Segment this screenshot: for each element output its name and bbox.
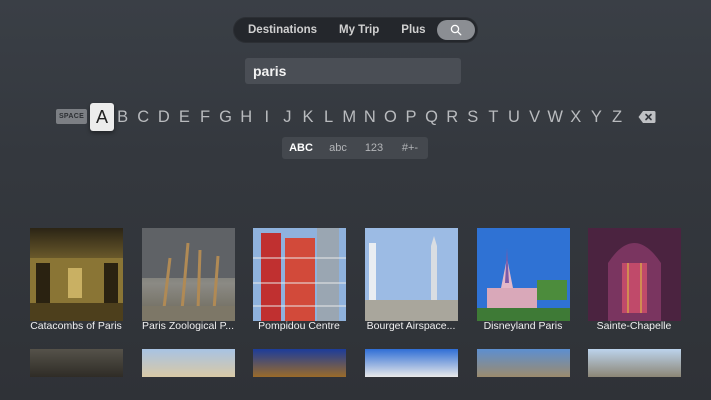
rockets-photo [365, 228, 458, 321]
key-b[interactable]: B [113, 104, 133, 130]
key-f[interactable]: F [195, 104, 215, 130]
key-s[interactable]: S [463, 104, 483, 130]
key-z[interactable]: Z [607, 104, 627, 130]
result-tile-zoo[interactable] [142, 228, 235, 321]
result-tile-catacombs[interactable] [30, 228, 123, 321]
castle-photo [477, 228, 570, 321]
result-tile-disneyland[interactable] [477, 228, 570, 321]
result-tile-pompidou[interactable] [253, 228, 346, 321]
key-h[interactable]: H [236, 104, 256, 130]
key-k[interactable]: K [298, 104, 318, 130]
pompidou-photo [253, 228, 346, 321]
key-q[interactable]: Q [422, 104, 442, 130]
key-o[interactable]: O [380, 104, 400, 130]
top-nav: Destinations My Trip Plus [233, 17, 478, 43]
search-input[interactable]: paris [245, 58, 461, 84]
tab-search[interactable] [437, 20, 475, 40]
mode-numbers[interactable]: 123 [356, 137, 392, 159]
result-tile-row2[interactable] [142, 349, 235, 377]
result-caption: Bourget Airspace... [366, 320, 456, 332]
key-r[interactable]: R [442, 104, 462, 130]
keyboard-mode-selector: ABC abc 123 #+- [282, 137, 428, 159]
result-tile-row2[interactable] [365, 349, 458, 377]
giraffes-photo [142, 228, 235, 321]
key-d[interactable]: D [154, 104, 174, 130]
key-j[interactable]: J [277, 104, 297, 130]
key-p[interactable]: P [401, 104, 421, 130]
space-key[interactable]: SPACE [56, 109, 87, 124]
tab-plus[interactable]: Plus [390, 17, 436, 43]
catacombs-photo [30, 258, 123, 321]
key-w[interactable]: W [545, 104, 565, 130]
mode-lowercase[interactable]: abc [320, 137, 356, 159]
backspace-icon[interactable] [638, 110, 656, 124]
key-g[interactable]: G [216, 104, 236, 130]
key-m[interactable]: M [339, 104, 359, 130]
result-caption: Pompidou Centre [258, 320, 340, 332]
key-t[interactable]: T [483, 104, 503, 130]
key-y[interactable]: Y [586, 104, 606, 130]
keyboard-row: SPACE ABCDEFGHIJKLMNOPQRSTUVWXYZ [56, 103, 656, 131]
chapelle-photo [588, 228, 681, 321]
key-e[interactable]: E [174, 104, 194, 130]
key-l[interactable]: L [319, 104, 339, 130]
result-tile-row2[interactable] [588, 349, 681, 377]
result-caption: Sainte-Chapelle [596, 320, 672, 332]
result-caption: Paris Zoological P... [141, 320, 235, 332]
result-caption: Disneyland Paris [483, 320, 563, 332]
key-x[interactable]: X [566, 104, 586, 130]
result-caption: Catacombs of Paris [30, 320, 122, 332]
result-tile-bourget[interactable] [365, 228, 458, 321]
result-tile-sainte-chapelle[interactable] [588, 228, 681, 321]
key-a[interactable]: A [90, 103, 114, 131]
tab-my-trip[interactable]: My Trip [328, 17, 390, 43]
result-tile-row2[interactable] [253, 349, 346, 377]
key-v[interactable]: V [525, 104, 545, 130]
mode-uppercase[interactable]: ABC [282, 137, 320, 159]
key-c[interactable]: C [133, 104, 153, 130]
result-tile-row2[interactable] [477, 349, 570, 377]
result-tile-row2[interactable] [30, 349, 123, 377]
key-i[interactable]: I [257, 104, 277, 130]
tab-destinations[interactable]: Destinations [233, 17, 328, 43]
search-icon [450, 24, 462, 36]
key-n[interactable]: N [360, 104, 380, 130]
mode-symbols[interactable]: #+- [392, 137, 428, 159]
key-u[interactable]: U [504, 104, 524, 130]
